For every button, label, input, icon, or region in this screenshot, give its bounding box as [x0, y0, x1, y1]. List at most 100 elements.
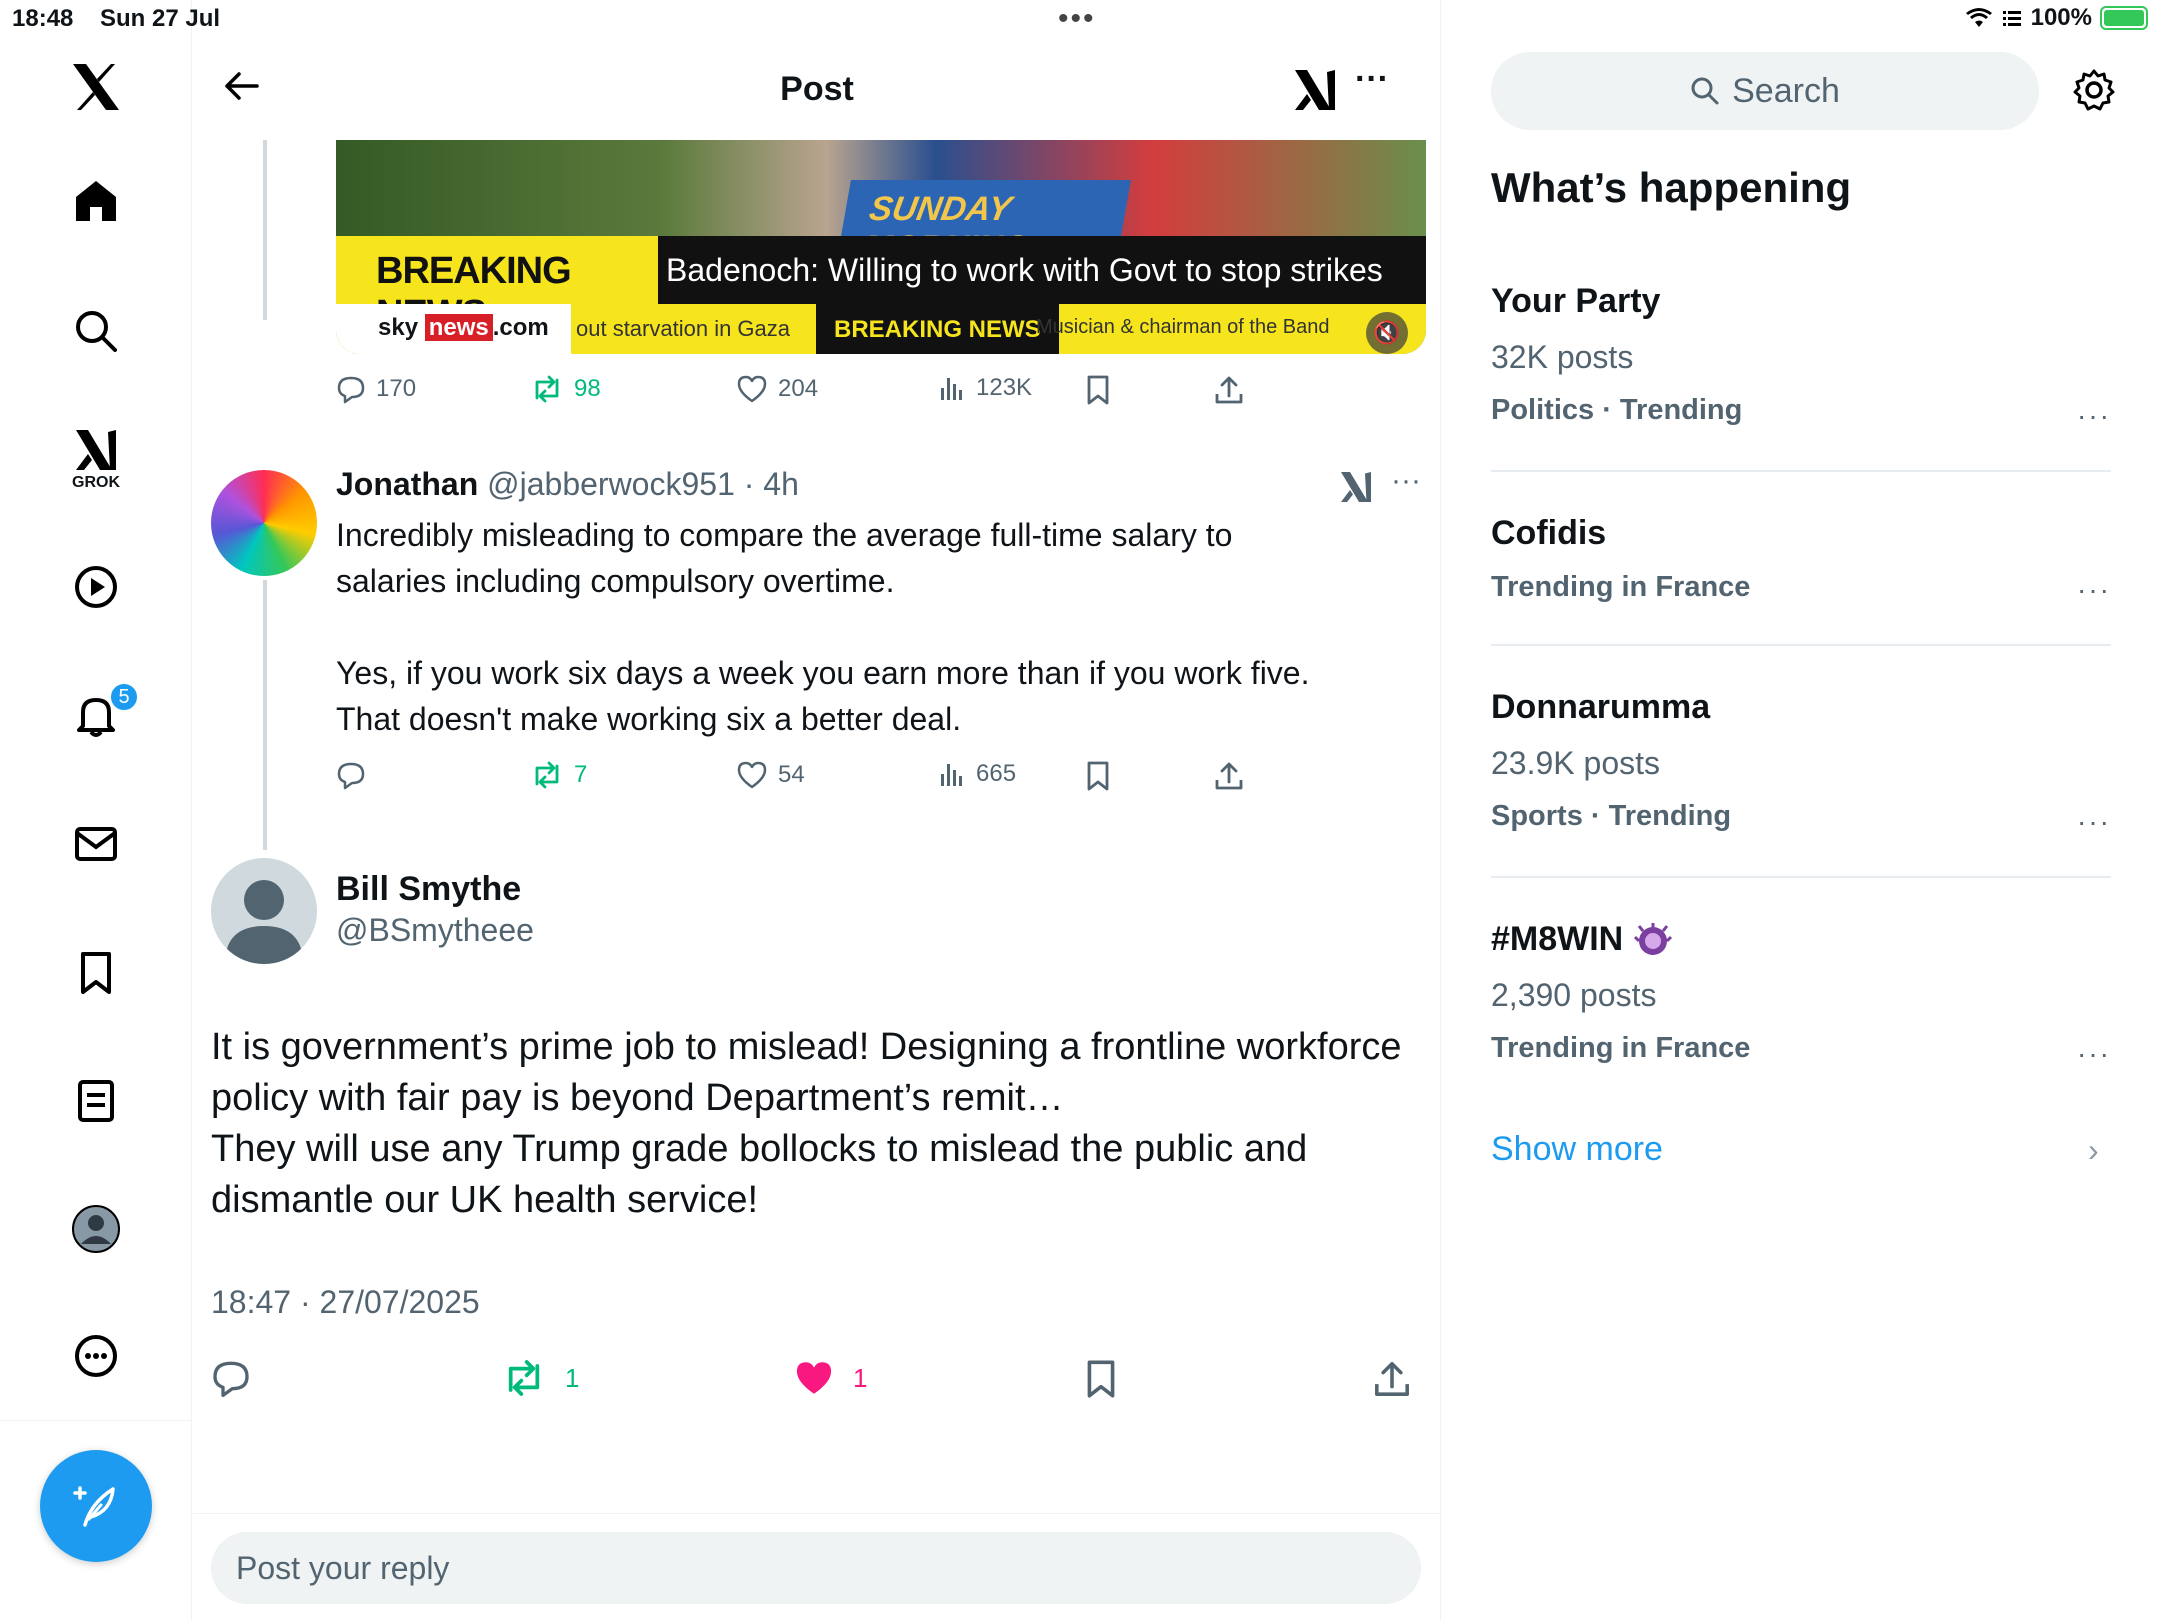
- author-name[interactable]: Bill Smythe: [336, 870, 521, 909]
- bookmark-icon: [1087, 761, 1109, 791]
- bookmarks-icon[interactable]: [73, 950, 119, 996]
- trend-more-icon[interactable]: ···: [2077, 806, 2111, 838]
- news-video-player[interactable]: SUNDAY MORNING BREAKING NEWS Badenoch: W…: [336, 140, 1426, 354]
- status-date: Sun 27 Jul: [100, 5, 221, 32]
- heart-icon: [737, 761, 767, 789]
- multitasking-dots-icon[interactable]: •••: [1058, 2, 1096, 36]
- grok-icon[interactable]: GROK: [72, 428, 120, 492]
- trend-category: Trending in France: [1491, 571, 1751, 603]
- grok-explain-icon[interactable]: [1338, 470, 1374, 509]
- like-button[interactable]: 204: [736, 374, 818, 404]
- podium-sign: SUNDAY MORNING: [841, 180, 1131, 267]
- chevron-right-icon[interactable]: ›: [2088, 1132, 2099, 1169]
- more-options-icon[interactable]: [73, 1333, 119, 1379]
- home-icon[interactable]: [73, 178, 119, 224]
- repost-button[interactable]: 1: [501, 1358, 579, 1398]
- like-button[interactable]: 1: [793, 1358, 867, 1398]
- thread-connector: [263, 580, 267, 850]
- mute-icon[interactable]: 🔇: [1366, 312, 1408, 354]
- post-timestamp[interactable]: 18:47 · 27/07/2025: [211, 1284, 480, 1321]
- repost-count: 98: [574, 375, 601, 402]
- battery-icon: [2100, 6, 2148, 30]
- analytics-bars-icon: [941, 764, 962, 786]
- bookmark-icon: [1087, 375, 1109, 405]
- search-icon[interactable]: [73, 308, 119, 354]
- share-button[interactable]: [1214, 374, 1244, 406]
- trend-post-count: 23.9K posts: [1491, 745, 1660, 781]
- trend-item[interactable]: #M8WIN 2,390 posts Trending in France ··…: [1491, 920, 2111, 1069]
- bookmark-button[interactable]: [1083, 1358, 1119, 1400]
- repost-icon: [535, 761, 559, 789]
- reply-tweet-actions: 7 54 665: [336, 760, 1336, 800]
- post-actions: 1 1: [211, 1358, 1421, 1402]
- like-count: 54: [778, 761, 805, 788]
- profile-avatar-icon[interactable]: [71, 1204, 121, 1254]
- ticker-breaking-label: BREAKING NEWS: [816, 304, 1059, 354]
- x-logo-icon[interactable]: [70, 62, 122, 112]
- reply-icon: [337, 376, 365, 404]
- share-button[interactable]: [1214, 760, 1244, 792]
- views-button[interactable]: 665: [938, 760, 1016, 788]
- header-more-icon[interactable]: ···: [1355, 60, 1389, 99]
- author-handle[interactable]: @jabberwock951: [487, 466, 735, 502]
- reply-button[interactable]: [336, 760, 376, 790]
- view-count: 123K: [976, 374, 1033, 401]
- share-button[interactable]: [1373, 1358, 1411, 1400]
- notifications-bell-icon[interactable]: 5: [73, 682, 139, 738]
- messages-envelope-icon[interactable]: [73, 821, 119, 867]
- trend-name: #M8WIN: [1491, 920, 2111, 959]
- grok-label: GROK: [72, 474, 120, 491]
- reply-input[interactable]: Post your reply: [211, 1532, 1421, 1604]
- show-more-link[interactable]: Show more: [1491, 1130, 1663, 1169]
- settings-gear-icon[interactable]: [2072, 68, 2116, 117]
- search-placeholder: Search: [1732, 71, 1840, 110]
- lists-icon[interactable]: [73, 1078, 119, 1124]
- page-title: Post: [780, 70, 854, 108]
- repost-button[interactable]: 7: [530, 760, 587, 790]
- like-button[interactable]: 54: [736, 760, 805, 790]
- reply-button[interactable]: [211, 1358, 251, 1398]
- trend-item[interactable]: Cofidis Trending in France ···: [1491, 514, 2111, 606]
- reply-icon: [213, 1361, 249, 1397]
- trend-more-icon[interactable]: ···: [2077, 1038, 2111, 1070]
- trend-category: Sports · Trending: [1491, 800, 1732, 832]
- repost-count: 7: [574, 761, 588, 788]
- reply-button[interactable]: 170: [336, 374, 416, 404]
- reply-count: 170: [376, 375, 417, 402]
- divider: [1491, 470, 2111, 472]
- post-age[interactable]: 4h: [763, 466, 799, 502]
- trend-category: Politics · Trending: [1491, 394, 1743, 426]
- trend-more-icon[interactable]: ···: [2077, 574, 2111, 606]
- video-play-icon[interactable]: [73, 564, 119, 610]
- status-bar: 18:48 Sun 27 Jul ••• 100%: [0, 0, 2160, 40]
- avatar[interactable]: [211, 858, 317, 964]
- author-handle[interactable]: @BSmytheee: [336, 912, 534, 949]
- trend-post-count: 32K posts: [1491, 339, 1634, 375]
- avatar[interactable]: [211, 470, 317, 576]
- trend-name: Cofidis: [1491, 514, 1607, 552]
- search-input[interactable]: Search: [1491, 52, 2039, 130]
- sky-news-logo: sky news .com: [336, 304, 571, 354]
- trend-item[interactable]: Donnarumma 23.9K posts Sports · Trending…: [1491, 688, 2111, 837]
- trend-post-count: 2,390 posts: [1491, 977, 1657, 1014]
- grok-explain-icon[interactable]: [1291, 68, 1339, 117]
- right-sidebar: Search What’s happening Your Party 32K p…: [1442, 0, 2160, 1620]
- views-button[interactable]: 123K: [938, 374, 1032, 402]
- compose-post-button[interactable]: [40, 1450, 152, 1562]
- trend-item[interactable]: Your Party 32K posts Politics · Trending…: [1491, 282, 2111, 431]
- reply-header: Jonathan @jabberwock951 · 4h: [336, 466, 799, 503]
- bookmark-button[interactable]: [1084, 374, 1112, 406]
- share-icon: [1215, 762, 1243, 790]
- notification-badge: 5: [109, 682, 139, 712]
- trend-more-icon[interactable]: ···: [2077, 400, 2111, 432]
- repost-button[interactable]: 98: [530, 374, 601, 404]
- trend-name: Your Party: [1491, 282, 1661, 320]
- separator-dot: ·: [734, 466, 764, 502]
- bookmark-button[interactable]: [1084, 760, 1112, 792]
- search-icon: [1691, 77, 1719, 105]
- author-name[interactable]: Jonathan: [336, 466, 478, 502]
- divider: [1491, 876, 2111, 878]
- tweet-more-icon[interactable]: ···: [1391, 464, 1421, 498]
- repost-icon: [535, 375, 559, 403]
- trend-name: Donnarumma: [1491, 688, 1711, 726]
